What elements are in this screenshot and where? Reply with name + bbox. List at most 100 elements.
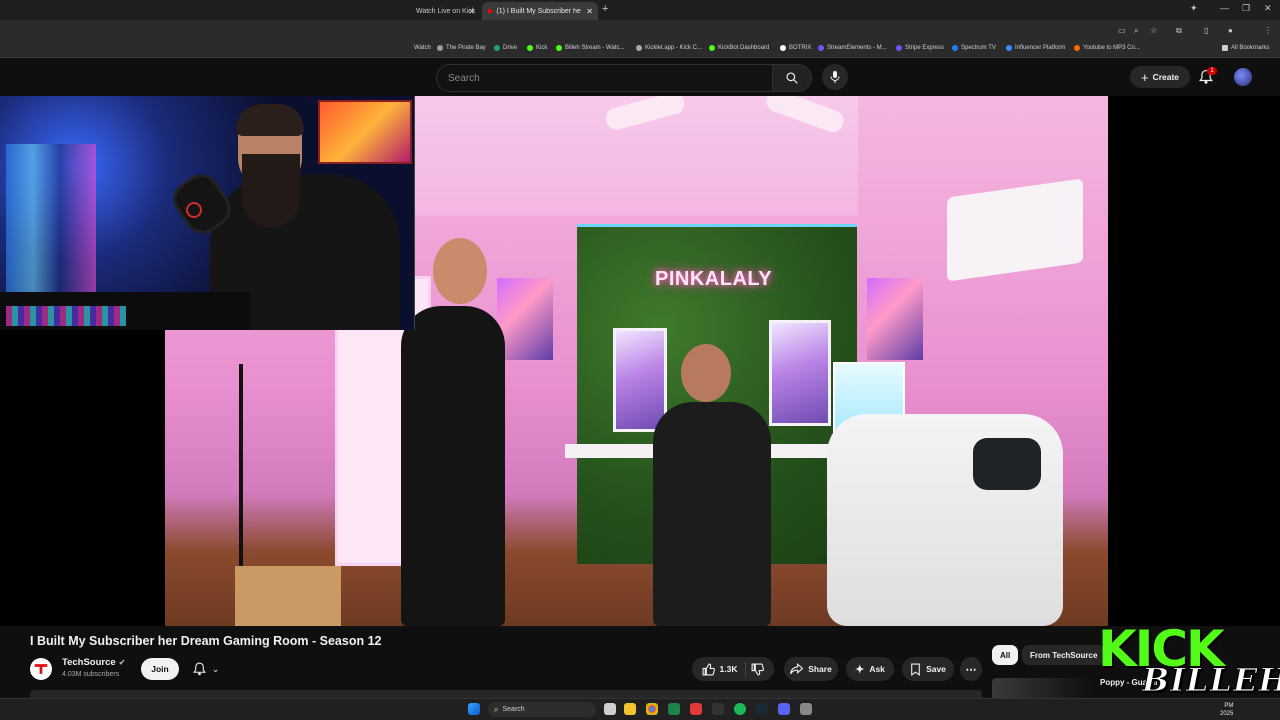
save-label: Save xyxy=(926,664,946,674)
restore-icon[interactable]: ❐ xyxy=(1242,3,1250,14)
system-clock[interactable]: PM 2025 xyxy=(1220,702,1233,718)
tab-kick[interactable]: Watch Live on Kick ✕ xyxy=(410,2,480,20)
streamer-hair xyxy=(236,104,304,136)
thumbs-down-icon[interactable] xyxy=(751,663,765,676)
verified-check-icon: ✔ xyxy=(118,658,126,667)
star-icon[interactable]: ☆ xyxy=(1150,26,1157,35)
bell-icon xyxy=(192,662,206,676)
tab-label: Watch Live on Kick xyxy=(416,7,476,15)
browser-tabstrip: Watch Live on Kick ✕ ▶ (1) I Built My Su… xyxy=(0,0,1280,20)
share-button[interactable]: Share xyxy=(784,657,838,681)
zoom-icon[interactable]: ⌕ xyxy=(1134,26,1138,36)
kick-icon xyxy=(556,45,562,51)
streamer-beard xyxy=(242,154,300,228)
address-bar-row: ▭ ⌕ ☆ ⧉ ▯ ● ⋮ xyxy=(0,20,1280,42)
chip-all[interactable]: All xyxy=(992,645,1019,665)
thumbs-up-icon xyxy=(702,663,715,675)
channel-avatar[interactable] xyxy=(30,658,52,680)
new-tab-icon[interactable]: + xyxy=(602,3,608,15)
rgb-lights xyxy=(6,144,96,294)
discord-icon[interactable] xyxy=(778,703,790,715)
bookmark-streamelements[interactable]: StreamElements - M... xyxy=(818,45,887,51)
chip-from-channel[interactable]: From TechSource xyxy=(1022,645,1106,665)
all-bookmarks[interactable]: All Bookmarks xyxy=(1222,45,1269,51)
monitor xyxy=(613,328,667,432)
account-avatar[interactable] xyxy=(1234,68,1252,86)
description-box[interactable] xyxy=(30,690,982,698)
voice-search-button[interactable] xyxy=(822,64,848,90)
task-view-icon[interactable] xyxy=(604,703,616,715)
channel-name-label: TechSource xyxy=(62,657,116,668)
search-input[interactable]: Search xyxy=(436,64,772,92)
person-subscriber-head xyxy=(681,344,731,402)
app-icon[interactable] xyxy=(690,703,702,715)
person-host xyxy=(401,306,505,626)
bookmark-save-icon xyxy=(911,663,920,676)
wall-poster xyxy=(497,278,553,360)
file-explorer-icon[interactable] xyxy=(624,703,636,715)
bookmark-kick[interactable]: Kick xyxy=(527,45,547,51)
wall-poster xyxy=(867,278,923,360)
bookmark-spectrum[interactable]: Spectrum TV xyxy=(952,45,996,51)
neon-sign-art xyxy=(318,100,412,164)
video-player[interactable]: PINKALALY xyxy=(0,96,1280,626)
save-button[interactable]: Save xyxy=(902,657,954,681)
bookmark-botrix[interactable]: BOTRIX xyxy=(780,45,811,51)
chrome-icon[interactable] xyxy=(646,703,658,715)
puzzle-icon[interactable]: ⧉ xyxy=(1176,26,1182,36)
search-icon: ⌕ xyxy=(494,704,499,714)
rgb-keyboard xyxy=(6,306,126,326)
search-button[interactable] xyxy=(772,64,812,92)
bookmark-drive[interactable]: Drive xyxy=(494,45,517,51)
close-window-icon[interactable]: ✕ xyxy=(1264,3,1272,14)
app-icon[interactable] xyxy=(668,703,680,715)
bookmark-kickbot[interactable]: KickBot Dashboard xyxy=(709,45,769,51)
youtube-favicon-icon: ▶ xyxy=(488,8,494,15)
settings-gear-icon[interactable] xyxy=(800,703,812,715)
bookmark-watch[interactable]: Watch xyxy=(414,45,431,51)
channel-name[interactable]: TechSource ✔ xyxy=(62,657,125,668)
profile-icon[interactable]: ● xyxy=(1228,26,1233,35)
bookmark-influencer[interactable]: Influencer Platform xyxy=(1006,45,1065,51)
subscribe-notify-button[interactable]: ⌄ xyxy=(185,658,227,680)
spotify-icon[interactable] xyxy=(734,703,746,715)
bookmark-yt-mp3[interactable]: Youtube to MP3 Co... xyxy=(1074,45,1140,51)
like-dislike-group: 1.3K xyxy=(692,657,774,681)
bookmark-billeh-stream[interactable]: Billeh Stream - Watc... xyxy=(556,45,624,51)
obs-icon[interactable] xyxy=(712,703,724,715)
bookmark-icon xyxy=(437,45,443,51)
chair-pillow xyxy=(973,438,1041,490)
person-host-head xyxy=(433,238,487,304)
share-arrow-icon xyxy=(790,663,804,675)
chevron-down-icon: ⌄ xyxy=(211,663,220,674)
share-label: Share xyxy=(808,664,832,674)
extensions-icon[interactable]: ✦ xyxy=(1190,3,1198,14)
close-icon[interactable]: ✕ xyxy=(586,7,593,16)
close-icon[interactable]: ✕ xyxy=(468,7,475,16)
join-button[interactable]: Join xyxy=(141,658,179,680)
like-button[interactable]: 1.3K xyxy=(702,661,747,677)
video-title: I Built My Subscriber her Dream Gaming R… xyxy=(30,634,382,648)
related-video-thumbnail[interactable] xyxy=(992,678,1096,700)
bookmark-stripe[interactable]: Stripe Express xyxy=(896,45,944,51)
bookmark-kicklet[interactable]: Kicklet.app - Kick C... xyxy=(636,45,702,51)
folder-icon xyxy=(1222,45,1228,51)
cast-icon[interactable]: ▭ xyxy=(1118,26,1126,35)
more-actions-button[interactable]: ⋯ xyxy=(960,657,982,681)
sidepanel-icon[interactable]: ▯ xyxy=(1204,26,1208,35)
tab-youtube-active[interactable]: ▶ (1) I Built My Subscriber he ✕ xyxy=(482,2,598,20)
windows-taskbar: ⌕ Search PM 2025 xyxy=(0,698,1280,720)
steam-icon[interactable] xyxy=(756,703,768,715)
spectrum-icon xyxy=(952,45,958,51)
ask-button[interactable]: ✦ Ask xyxy=(846,657,894,681)
windows-start-icon[interactable] xyxy=(468,703,480,715)
search-placeholder: Search xyxy=(448,72,480,84)
taskbar-search[interactable]: ⌕ Search xyxy=(488,702,596,717)
minimize-icon[interactable]: — xyxy=(1220,3,1229,13)
create-button[interactable]: + Create xyxy=(1130,66,1190,88)
bookmark-pirate-bay[interactable]: The Pirate Bay xyxy=(437,45,486,51)
kick-icon xyxy=(527,45,533,51)
like-count: 1.3K xyxy=(719,664,738,674)
menu-icon[interactable]: ⋮ xyxy=(1264,26,1272,35)
neon-sign: PINKALALY xyxy=(655,268,773,290)
